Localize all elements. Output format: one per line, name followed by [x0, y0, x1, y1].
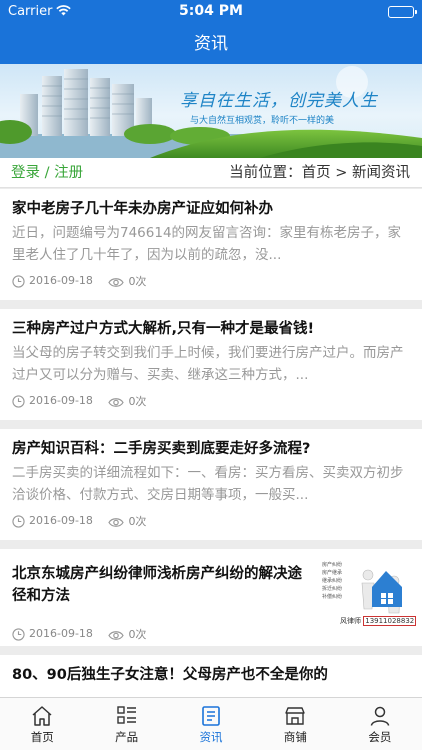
- news-summary: 二手房买卖的详细流程如下：一、看房：买方看房、买卖双方初步洽谈价格、付款方式、交…: [12, 465, 404, 503]
- news-date: 2016-09-18: [29, 627, 93, 640]
- news-summary: 近日，问题编号为746614的网友留言咨询：家里有栋老房子，家里老人住了几十年了…: [12, 225, 402, 263]
- clock-icon: [12, 274, 25, 288]
- news-title: 80、90后独生子女注意！父母房产也不全是你的: [12, 667, 328, 683]
- tab-label: 首页: [30, 730, 54, 744]
- thumbnail-contact: 风律师 13911028832: [340, 616, 417, 626]
- tab-label: 会员: [368, 730, 392, 744]
- thumbnail-label: 房产纠纷: [322, 562, 343, 568]
- thumbnail-phone: 13911028832: [363, 616, 417, 626]
- login-link[interactable]: 登录: [11, 165, 40, 181]
- news-item[interactable]: 北京东城房产纠纷律师浅析房产纠纷的解决途径和方法 2016-09-18 0次 房…: [0, 549, 422, 646]
- clock-icon: [12, 514, 25, 528]
- breadcrumb: 当前位置：首页 > 新闻资讯: [229, 158, 410, 188]
- thumbnail-name: 风律师: [340, 617, 361, 625]
- status-bar: Carrier 5:04 PM: [0, 0, 422, 24]
- eye-icon: [108, 277, 125, 287]
- news-icon: [202, 706, 220, 726]
- tab-label: 产品: [115, 730, 139, 744]
- news-date: 2016-09-18: [29, 274, 93, 287]
- news-thumbnail: 房产纠纷 房产继承 继承纠纷 拆迁纠纷 补偿纠纷 风律师 13911028832: [320, 553, 417, 635]
- news-date: 2016-09-18: [29, 514, 93, 527]
- breadcrumb-label: 当前位置：: [229, 165, 302, 181]
- tab-label: 商铺: [283, 730, 307, 744]
- news-views: 0次: [128, 515, 147, 528]
- news-date: 2016-09-18: [29, 394, 93, 407]
- banner[interactable]: 享自在生活，创完美人生 与大自然互相观赏，聆听不一样的美: [0, 64, 422, 158]
- news-item[interactable]: 房产知识百科：二手房买卖到底要走好多流程? 二手房买卖的详细流程如下：一、看房：…: [0, 429, 422, 540]
- news-meta: 2016-09-18 0次: [12, 513, 158, 529]
- news-views: 0次: [128, 395, 147, 408]
- news-title: 家中老房子几十年未办房产证应如何补办: [12, 201, 273, 217]
- thumbnail-label: 房产继承: [322, 570, 343, 576]
- grid-list-icon: [116, 706, 136, 724]
- breadcrumb-home[interactable]: 首页: [302, 165, 331, 181]
- news-meta: 2016-09-18 0次: [12, 626, 158, 642]
- status-time: 5:04 PM: [179, 3, 243, 19]
- clock-icon: [12, 627, 25, 641]
- battery-icon: [388, 6, 417, 18]
- tab-shop[interactable]: 商铺: [253, 698, 337, 750]
- eye-icon: [108, 397, 125, 407]
- news-item[interactable]: 三种房产过户方式大解析,只有一种才是最省钱! 当父母的房子转交到我们手上时候，我…: [0, 309, 422, 420]
- news-views: 0次: [128, 628, 147, 641]
- home-icon: [32, 706, 52, 726]
- breadcrumb-current: 新闻资讯: [352, 165, 410, 181]
- tab-member[interactable]: 会员: [338, 698, 422, 750]
- news-list[interactable]: 家中老房子几十年未办房产证应如何补办 近日，问题编号为746614的网友留言咨询…: [0, 189, 422, 697]
- news-meta: 2016-09-18 0次: [12, 393, 158, 409]
- thumbnail-labels: 房产纠纷 房产继承 继承纠纷 拆迁纠纷 补偿纠纷: [322, 561, 342, 601]
- tab-products[interactable]: 产品: [84, 698, 168, 750]
- news-title: 北京东城房产纠纷律师浅析房产纠纷的解决途径和方法: [12, 566, 302, 604]
- tab-bar: 首页 产品 资讯 商铺 会员: [0, 697, 422, 750]
- login-register: 登录 / 注册: [11, 158, 83, 188]
- thumbnail-label: 继承纠纷: [322, 578, 343, 584]
- news-meta: 2016-09-18 0次: [12, 273, 158, 289]
- news-title: 三种房产过户方式大解析,只有一种才是最省钱!: [12, 321, 315, 337]
- banner-slogan-block: 享自在生活，创完美人生 与大自然互相观赏，聆听不一样的美: [180, 86, 390, 126]
- news-views: 0次: [128, 275, 147, 288]
- thumbnail-label: 拆迁纠纷: [322, 586, 343, 592]
- thumbnail-label: 补偿纠纷: [322, 594, 343, 600]
- register-link[interactable]: 注册: [54, 165, 83, 181]
- shop-icon: [285, 707, 306, 725]
- clock-icon: [12, 394, 25, 408]
- tab-news[interactable]: 资讯: [169, 698, 253, 750]
- banner-tagline: 与大自然互相观赏，聆听不一样的美: [190, 116, 335, 126]
- nav-bar: 资讯: [0, 24, 422, 64]
- news-title: 房产知识百科：二手房买卖到底要走好多流程?: [12, 441, 311, 457]
- tab-label: 资讯: [199, 730, 223, 744]
- login-separator: /: [40, 165, 55, 181]
- login-breadcrumb-bar: 登录 / 注册 当前位置：首页 > 新闻资讯: [0, 158, 422, 188]
- eye-icon: [108, 630, 125, 640]
- banner-slogan: 享自在生活，创完美人生: [180, 91, 378, 111]
- tab-home[interactable]: 首页: [0, 698, 84, 750]
- user-icon: [370, 706, 390, 726]
- news-item[interactable]: 80、90后独生子女注意！父母房产也不全是你的: [0, 655, 422, 697]
- breadcrumb-arrow: >: [330, 165, 352, 181]
- news-summary: 当父母的房子转交到我们手上时候，我们要进行房产过户。而房产过户又可以分为赠与、买…: [12, 345, 404, 383]
- eye-icon: [108, 517, 125, 527]
- news-item[interactable]: 家中老房子几十年未办房产证应如何补办 近日，问题编号为746614的网友留言咨询…: [0, 189, 422, 300]
- page-title: 资讯: [194, 34, 228, 54]
